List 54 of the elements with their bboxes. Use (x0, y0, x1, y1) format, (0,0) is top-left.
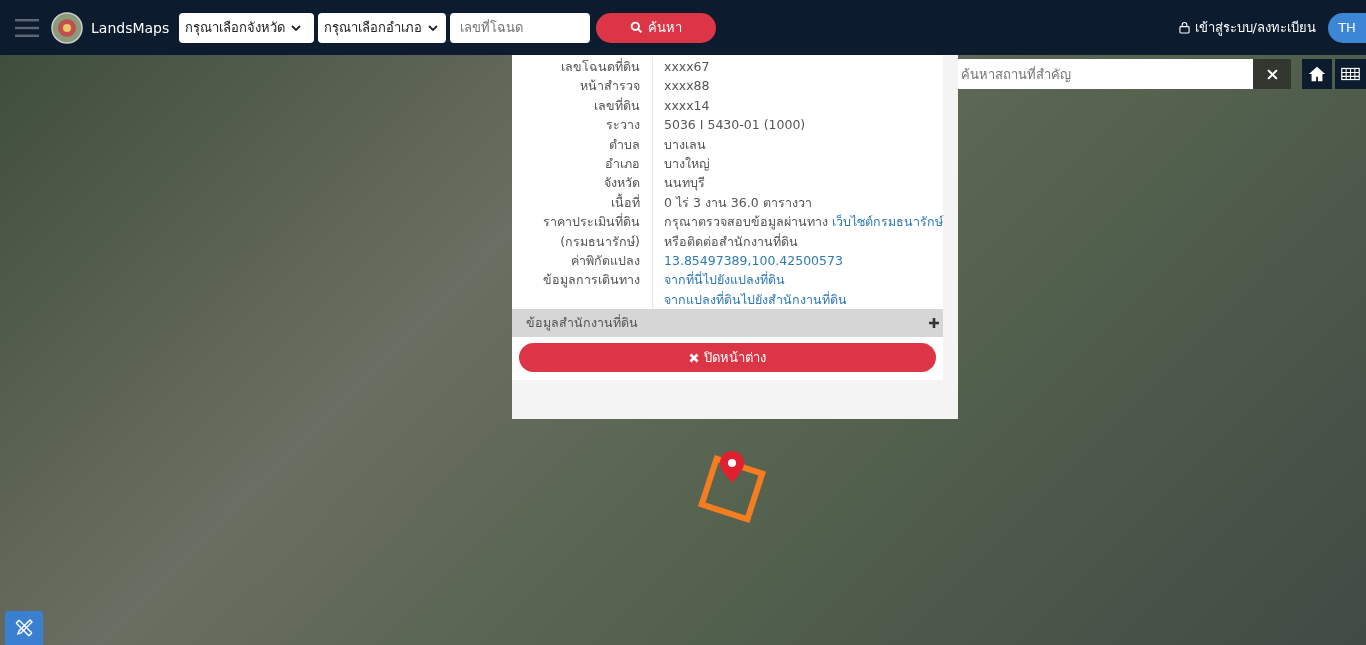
field-label: เลขที่ดิน (594, 97, 640, 113)
menu-icon[interactable] (15, 18, 39, 37)
home-icon (1308, 64, 1326, 84)
field-value: 0 ไร่ 3 งาน 36.0 ตารางวา (664, 194, 812, 210)
field-value: นนทบุรี (664, 175, 705, 191)
field-label: อำเภอ (605, 156, 640, 172)
field-value: บางเลน (664, 136, 706, 152)
plus-icon (929, 318, 939, 329)
district-select[interactable]: กรุณาเลือกอำเภอ (318, 12, 447, 43)
field-label: เนื้อที่ (611, 194, 640, 210)
field-value: บางใหญ่ (664, 156, 710, 172)
place-search-field[interactable]: ค้นหาสถานที่สำคัญ (955, 59, 1253, 89)
field-label: ระวาง (606, 117, 640, 133)
field-value: กรุณาตรวจสอบข้อมูลผ่านทาง เว็บไซต์กรมธนารักษ์ (664, 214, 943, 230)
province-select[interactable]: กรุณาเลือกจังหวัด (179, 12, 315, 43)
brand-name: LandsMaps (91, 19, 170, 36)
grid-icon (1341, 66, 1360, 82)
close-icon (689, 352, 699, 363)
pencil-ruler-icon (14, 618, 34, 638)
section-title: ข้อมูลสำนักงานที่ดิน (526, 313, 638, 333)
drawing-tools-button[interactable] (5, 611, 43, 645)
link[interactable]: 13.85497389,100.42500573 (664, 253, 843, 269)
close-icon (1266, 68, 1278, 80)
field-label: ตำบล (609, 136, 640, 152)
office-section-header[interactable]: ข้อมูลสำนักงานที่ดิน (512, 309, 943, 338)
deed-number-field[interactable]: เลขที่โฉนด (450, 12, 591, 43)
link[interactable]: เว็บไซต์กรมธนารักษ์ (832, 214, 943, 230)
link[interactable]: จากแปลงที่ดินไปยังสำนักงานที่ดิน (664, 291, 847, 307)
home-button[interactable] (1302, 59, 1332, 89)
field-label: เลขโฉนดที่ดิน (561, 59, 640, 74)
field-label: จังหวัด (604, 175, 640, 191)
language-button[interactable]: TH (1328, 12, 1366, 43)
field-value: 5036 I 5430-01 (1000) (664, 117, 806, 133)
field-label: หน้าสำรวจ (580, 78, 640, 94)
field-label: ข้อมูลการเดินทาง (543, 272, 640, 288)
satellite-map[interactable] (0, 55, 1366, 645)
grid-button[interactable] (1335, 59, 1366, 89)
chevron-down-icon (291, 24, 302, 31)
close-window-button[interactable]: ปิดหน้าต่าง (519, 343, 936, 373)
field-label: ค่าพิกัดแปลง (571, 253, 640, 269)
link[interactable]: จากที่นี่ไปยังแปลงที่ดิน (664, 272, 785, 288)
search-icon (630, 21, 644, 34)
emblem-icon (51, 11, 83, 44)
field-value: หรือติดต่อสำนักงานที่ดิน (664, 233, 798, 249)
clear-button[interactable] (1253, 59, 1291, 89)
field-label: ราคาประเมินที่ดิน (543, 214, 640, 230)
chevron-down-icon (428, 24, 439, 31)
field-value: xxxx67 (664, 59, 710, 74)
login-link[interactable]: เข้าสู่ระบบ/ลงทะเบียน (1178, 17, 1316, 38)
field-value: xxxx88 (664, 78, 710, 94)
field-value: xxxx14 (664, 97, 710, 113)
field-label: (กรมธนารักษ์) (560, 233, 640, 249)
lock-icon (1178, 21, 1190, 34)
search-button[interactable]: ค้นหา (596, 12, 717, 43)
